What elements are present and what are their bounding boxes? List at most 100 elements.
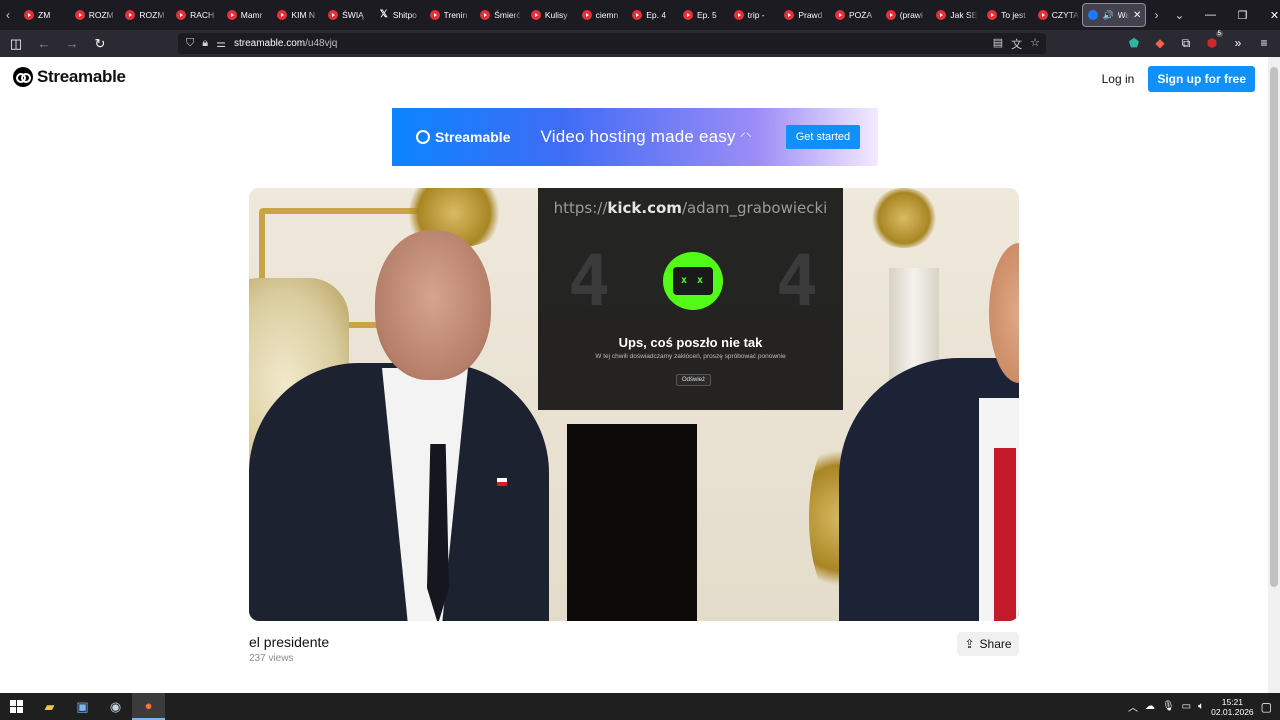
- tab-item[interactable]: To jest: [979, 0, 1030, 30]
- speaker-icon[interactable]: 🔊: [1102, 10, 1113, 21]
- login-link[interactable]: Log in: [1102, 72, 1135, 86]
- play-icon: [632, 10, 643, 20]
- tab-scroll-right-icon[interactable]: ›: [1148, 0, 1164, 30]
- play-icon: [987, 10, 998, 20]
- windows-icon: [10, 700, 23, 713]
- onedrive-icon[interactable]: ☁: [1145, 701, 1155, 712]
- tab-item[interactable]: Mamr: [219, 0, 270, 30]
- overlay-url-path: /adam_grabowiecki: [681, 199, 828, 217]
- reload-icon[interactable]: ↻: [88, 32, 112, 56]
- error-title: Ups, coś poszło nie tak: [618, 335, 763, 350]
- kick-error-icon: x x: [663, 251, 723, 310]
- tab-item[interactable]: Trenin: [422, 0, 473, 30]
- lock-icon[interactable]: 🔒︎: [202, 37, 208, 50]
- tab-item[interactable]: trip -: [726, 0, 777, 30]
- tab-item[interactable]: 𝕏 Shitpo: [371, 0, 422, 30]
- site-logo-text: Streamable: [37, 67, 126, 86]
- page-scrollbar[interactable]: [1268, 57, 1280, 693]
- overlay-url: https://kick.com/adam_grabowiecki: [538, 199, 843, 217]
- control-panel-icon[interactable]: ▣: [66, 693, 99, 720]
- tab-item[interactable]: Śmierć: [472, 0, 523, 30]
- tab-item[interactable]: Prawd: [776, 0, 827, 30]
- tab-item[interactable]: ciemn: [574, 0, 625, 30]
- tab-item[interactable]: POŻA: [827, 0, 878, 30]
- bookmark-star-icon[interactable]: ☆: [1030, 36, 1040, 52]
- overflow-menu-icon[interactable]: »: [1228, 32, 1248, 54]
- signup-button[interactable]: Sign up for free: [1148, 66, 1255, 92]
- x-icon: 𝕏: [379, 9, 388, 20]
- play-icon: [480, 10, 491, 20]
- video-fireplace: [567, 424, 697, 621]
- shield-extension-icon[interactable]: ⬟: [1124, 32, 1144, 54]
- notifications-icon[interactable]: ▢: [1261, 700, 1272, 714]
- translate-icon[interactable]: 文: [1011, 36, 1022, 52]
- system-tray: ︿ ☁ 🎙︎ ▭ 🔈︎ 15:21 02.01.2026 ▢: [1128, 697, 1280, 717]
- tab-item[interactable]: KIM N: [269, 0, 320, 30]
- banner-cta-button[interactable]: Get started: [785, 125, 861, 149]
- tab-item[interactable]: Ep. 5: [675, 0, 726, 30]
- url-bar[interactable]: ⛉ 🔒︎ ⚌ streamable.com/u48vjq ▤ 文 ☆: [178, 33, 1046, 54]
- tab-item[interactable]: ZM: [16, 0, 67, 30]
- extensions-puzzle-icon[interactable]: ⧉: [1176, 32, 1196, 54]
- firefox-icon[interactable]: ●: [132, 693, 165, 720]
- sparkle-icon: ⸝⸜: [739, 124, 752, 139]
- play-icon: [277, 10, 288, 20]
- close-window-icon[interactable]: ✕: [1258, 0, 1280, 30]
- banner-ad[interactable]: Streamable Video hosting made easy ⸝⸜ Ge…: [392, 108, 878, 166]
- sidebar-icon[interactable]: ◫: [4, 32, 28, 56]
- tab-item[interactable]: CZYTA: [1030, 0, 1081, 30]
- tab-item[interactable]: Kulisy: [523, 0, 574, 30]
- tab-active[interactable]: 🔊 Wa ✕: [1082, 3, 1147, 27]
- minimize-icon[interactable]: —: [1194, 0, 1226, 30]
- reader-view-icon[interactable]: ▤: [993, 36, 1003, 52]
- tab-item[interactable]: Ep. 4: [624, 0, 675, 30]
- tab-item[interactable]: Jak SE: [928, 0, 979, 30]
- clock[interactable]: 15:21 02.01.2026: [1211, 697, 1254, 717]
- scrollbar-thumb[interactable]: [1270, 67, 1278, 587]
- fox-extension-icon[interactable]: ◆: [1150, 32, 1170, 54]
- url-text[interactable]: streamable.com/u48vjq: [234, 38, 337, 49]
- streamable-icon: [1088, 10, 1099, 20]
- start-button[interactable]: [0, 693, 33, 720]
- list-all-tabs-icon[interactable]: ⌄: [1164, 0, 1194, 30]
- play-icon: [581, 10, 592, 20]
- clock-date: 02.01.2026: [1211, 706, 1254, 717]
- clock-time: 15:21: [1221, 696, 1244, 707]
- tray-overflow-icon[interactable]: ︿: [1128, 699, 1138, 714]
- network-icon[interactable]: ▭: [1182, 701, 1191, 712]
- tab-item[interactable]: (prawi: [878, 0, 929, 30]
- play-icon: [733, 10, 744, 20]
- volume-icon[interactable]: 🔈︎: [1198, 701, 1204, 712]
- file-explorer-icon[interactable]: ▰: [33, 693, 66, 720]
- error-404: 4 x x 4: [568, 240, 818, 322]
- tab-item[interactable]: ROZM: [67, 0, 118, 30]
- app-menu-icon[interactable]: ≡: [1254, 32, 1274, 54]
- tab-item[interactable]: ROZM: [117, 0, 168, 30]
- site-logo[interactable]: Streamable: [13, 67, 126, 87]
- tab-label: (prawi: [899, 10, 923, 20]
- share-button[interactable]: ⇪ Share: [957, 632, 1019, 656]
- video-player[interactable]: https://kick.com/adam_grabowiecki 4 x x …: [249, 188, 1019, 621]
- microphone-icon[interactable]: 🎙︎: [1162, 701, 1175, 712]
- tracking-shield-icon[interactable]: ⛉: [186, 37, 194, 50]
- taskbar: ▰ ▣ ◉ ● ︿ ☁ 🎙︎ ▭ 🔈︎ 15:21 02.01.2026 ▢: [0, 693, 1280, 720]
- play-icon: [885, 10, 896, 20]
- play-icon: [328, 10, 339, 20]
- permissions-icon[interactable]: ⚌: [216, 37, 226, 50]
- video-title: el presidente: [249, 634, 330, 650]
- back-icon[interactable]: ←: [32, 32, 56, 56]
- tab-label: ŚWIĄ: [342, 10, 364, 20]
- ublock-icon[interactable]: ⬢ 5: [1202, 31, 1223, 54]
- tab-item[interactable]: ŚWIĄ: [320, 0, 371, 30]
- play-icon: [682, 10, 693, 20]
- tab-label: CZYTA: [1051, 10, 1079, 20]
- forward-icon[interactable]: →: [60, 32, 84, 56]
- steam-icon[interactable]: ◉: [99, 693, 132, 720]
- stream-error-overlay: https://kick.com/adam_grabowiecki 4 x x …: [538, 188, 843, 410]
- tab-label: ciemn: [595, 10, 619, 20]
- tab-scroll-left-icon[interactable]: ‹: [0, 0, 16, 30]
- error-digit-right: 4: [775, 239, 818, 322]
- close-tab-icon[interactable]: ✕: [1133, 10, 1141, 21]
- tab-item[interactable]: RACH: [168, 0, 219, 30]
- restore-icon[interactable]: ❐: [1226, 0, 1258, 30]
